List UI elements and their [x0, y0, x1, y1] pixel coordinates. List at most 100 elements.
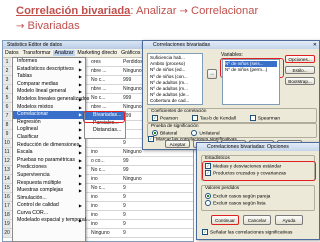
table-cell[interactable]: Ninguno: [123, 175, 142, 183]
row-number: 19: [3, 220, 11, 228]
row-number: 1: [3, 58, 11, 66]
menu-bar-item[interactable]: Datos: [3, 50, 21, 56]
table-cell[interactable]: Ninguno: [123, 148, 142, 156]
source-variables-list[interactable]: Suficiencia hab... Ambito (proceso) Nº de …: [147, 53, 203, 105]
menu-item[interactable]: Curva COR...: [13, 210, 85, 218]
table-cell[interactable]: ores: [91, 58, 101, 66]
table-cell[interactable]: ino: [91, 202, 98, 210]
menu-bar-item[interactable]: Gráficos: [119, 50, 142, 56]
coefficients-options: ✓ Pearson Tau-b de Kendall Spearman: [152, 115, 312, 121]
chevron-right-icon: ▶: [78, 59, 82, 64]
list-item[interactable]: Cobertura de cad...: [150, 98, 200, 104]
table-cell[interactable]: 9: [123, 193, 126, 201]
dialog-side-button[interactable]: Opciones...: [285, 55, 315, 63]
menu-item[interactable]: Pruebas no paramétricas ▶: [13, 157, 85, 165]
chevron-right-icon: ▶: [78, 81, 82, 87]
table-cell[interactable]: nbre ...: [91, 103, 107, 111]
table-cell[interactable]: ino: [91, 148, 98, 156]
menu-item[interactable]: Tablas ▶: [13, 73, 85, 81]
menu-item[interactable]: Control de calidad ▶: [13, 202, 85, 210]
table-cell[interactable]: 99: [123, 166, 129, 174]
options-button[interactable]: Ayuda: [275, 215, 303, 225]
menu-item[interactable]: Modelo lineal general ▶: [13, 88, 85, 96]
table-cell[interactable]: 9: [123, 139, 126, 147]
table-cell[interactable]: Ninguno: [123, 85, 142, 93]
table-cell[interactable]: ino: [91, 220, 98, 228]
dialog-title-text: Correlaciones bivariadas: [153, 42, 211, 48]
menu-item[interactable]: Correlacionar ▶: [13, 111, 85, 119]
table-cell[interactable]: Ninguno: [123, 103, 142, 111]
missing-values-radio[interactable]: Excluir casos según pareja: [205, 193, 313, 200]
table-cell[interactable]: 99: [123, 157, 129, 165]
dialog-footer-button[interactable]: Aceptar: [165, 140, 190, 148]
menu-item[interactable]: Estadísticos descriptivos ▶: [13, 66, 85, 74]
close-icon[interactable]: ✕: [313, 41, 317, 49]
missing-values-options: Excluir casos según pareja Excluir casos …: [205, 193, 313, 208]
table-cell[interactable]: 9: [123, 220, 126, 228]
menu-item[interactable]: Informes ▶: [13, 58, 85, 66]
coefficient-checkbox[interactable]: ✓ Pearson: [152, 115, 178, 121]
dialog-title: Correlaciones bivariadas ✕: [143, 41, 319, 49]
chevron-right-icon: ▶: [78, 165, 82, 171]
table-cell[interactable]: No c...: [91, 184, 105, 192]
options-flag-checkbox[interactable]: ✓ Señalar las correlaciones significativa…: [202, 229, 292, 235]
coefficient-checkbox[interactable]: Spearman: [249, 115, 280, 121]
table-cell[interactable]: 9: [123, 202, 126, 210]
table-cell[interactable]: 9: [123, 184, 126, 192]
move-variable-button[interactable]: →: [207, 69, 217, 79]
dialog-side-button[interactable]: Bootstrap...: [285, 77, 315, 85]
table-cell[interactable]: 9: [123, 229, 126, 237]
check-icon: [191, 115, 198, 121]
chevron-right-icon: ▶: [78, 157, 82, 163]
menu-bar-item[interactable]: Marketing directo: [75, 50, 119, 56]
table-cell[interactable]: ino: [91, 175, 98, 183]
list-item[interactable]: Nº de niños (perm...): [225, 67, 277, 73]
menu-item-label: Pruebas no paramétricas: [17, 156, 75, 163]
table-cell[interactable]: No c...: [91, 76, 105, 84]
table-cell[interactable]: No c...: [91, 166, 105, 174]
menu-item-label: Comparar medias: [17, 80, 59, 87]
table-cell[interactable]: ino: [91, 193, 98, 201]
table-cell[interactable]: No c...: [91, 94, 105, 102]
table-cell[interactable]: 999: [123, 76, 131, 84]
menu-item[interactable]: Reducción de dimensiones ▶: [13, 142, 85, 150]
options-button[interactable]: Continuar: [211, 215, 239, 225]
chevron-right-icon: ▶: [78, 134, 82, 140]
significance-label: Prueba de significación: [151, 123, 199, 128]
menu-item[interactable]: Muestras complejas ▶: [13, 187, 85, 195]
table-cell[interactable]: o co...: [91, 157, 105, 165]
menu-item-label: Loglineal: [17, 126, 38, 133]
menu-item[interactable]: Escala ▶: [13, 149, 85, 157]
dialog-side-button[interactable]: Estilo...: [285, 66, 315, 74]
submenu-item[interactable]: Distancias...: [85, 127, 125, 135]
menu-item[interactable]: Simulación...: [13, 195, 85, 203]
menu-item[interactable]: Supervivencia ▶: [13, 172, 85, 180]
coefficients-label: Coeficientes de correlación: [151, 108, 207, 113]
menu-item[interactable]: Regresión ▶: [13, 119, 85, 127]
menu-item[interactable]: Clasificar ▶: [13, 134, 85, 142]
row-number: 16: [3, 193, 11, 201]
table-cell[interactable]: 999: [123, 94, 131, 102]
menu-bar-item[interactable]: Transformar: [21, 50, 53, 56]
menu-item[interactable]: Comparar medias ▶: [13, 81, 85, 89]
options-button[interactable]: Cancelar: [243, 215, 271, 225]
menu-item[interactable]: Predicciones ▶: [13, 164, 85, 172]
table-cell[interactable]: nbre ...: [91, 85, 107, 93]
row-number: 5: [3, 94, 11, 102]
table-cell[interactable]: 9: [123, 211, 126, 219]
table-cell[interactable]: Ninguno: [123, 67, 142, 75]
table-cell[interactable]: Ninguno: [91, 229, 110, 237]
chevron-right-icon: ▶: [78, 150, 82, 156]
menu-item[interactable]: Modelado espacial y temporal... ▶: [13, 217, 90, 225]
selected-variables-list[interactable]: Nº de niños (seis... Nº de niños (perm...…: [222, 59, 280, 105]
table-cell[interactable]: ino: [91, 211, 98, 219]
menu-item[interactable]: Modelos mixtos ▶: [13, 104, 85, 112]
menu-item[interactable]: Loglineal ▶: [13, 126, 85, 134]
coefficient-checkbox[interactable]: Tau-b de Kendall: [191, 115, 236, 121]
table-cell[interactable]: Perdidos: [123, 58, 143, 66]
menu-item[interactable]: Respuesta múltiple ▶: [13, 180, 85, 188]
table-cell[interactable]: nbre ...: [91, 67, 107, 75]
menu-item[interactable]: Modelos lineales generalizados ▶: [13, 96, 89, 104]
missing-values-radio[interactable]: Excluir casos según lista: [205, 200, 313, 207]
menu-bar-item[interactable]: Analizar: [52, 50, 76, 56]
